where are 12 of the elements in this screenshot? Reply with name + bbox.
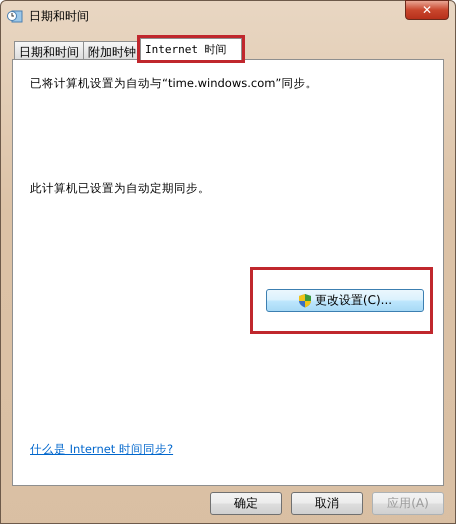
sync-status-text: 已将计算机设置为自动与“time.windows.com”同步。 (30, 76, 318, 91)
shield-icon (298, 293, 312, 308)
window-title: 日期和时间 (29, 8, 90, 24)
clock-icon (7, 9, 23, 23)
tab[interactable]: 日期和时间 (14, 41, 84, 59)
tab[interactable]: Internet 时间 (140, 38, 242, 60)
change-settings-button[interactable]: 更改设置(C)... (266, 289, 424, 312)
sync-schedule-text: 此计算机已设置为自动定期同步。 (30, 181, 211, 196)
dialog-button[interactable]: 取消 (291, 492, 363, 515)
dialog-button[interactable]: 确定 (210, 492, 282, 515)
close-button[interactable]: ✕ (405, 0, 449, 20)
help-link[interactable]: 什么是 Internet 时间同步? (30, 442, 174, 457)
